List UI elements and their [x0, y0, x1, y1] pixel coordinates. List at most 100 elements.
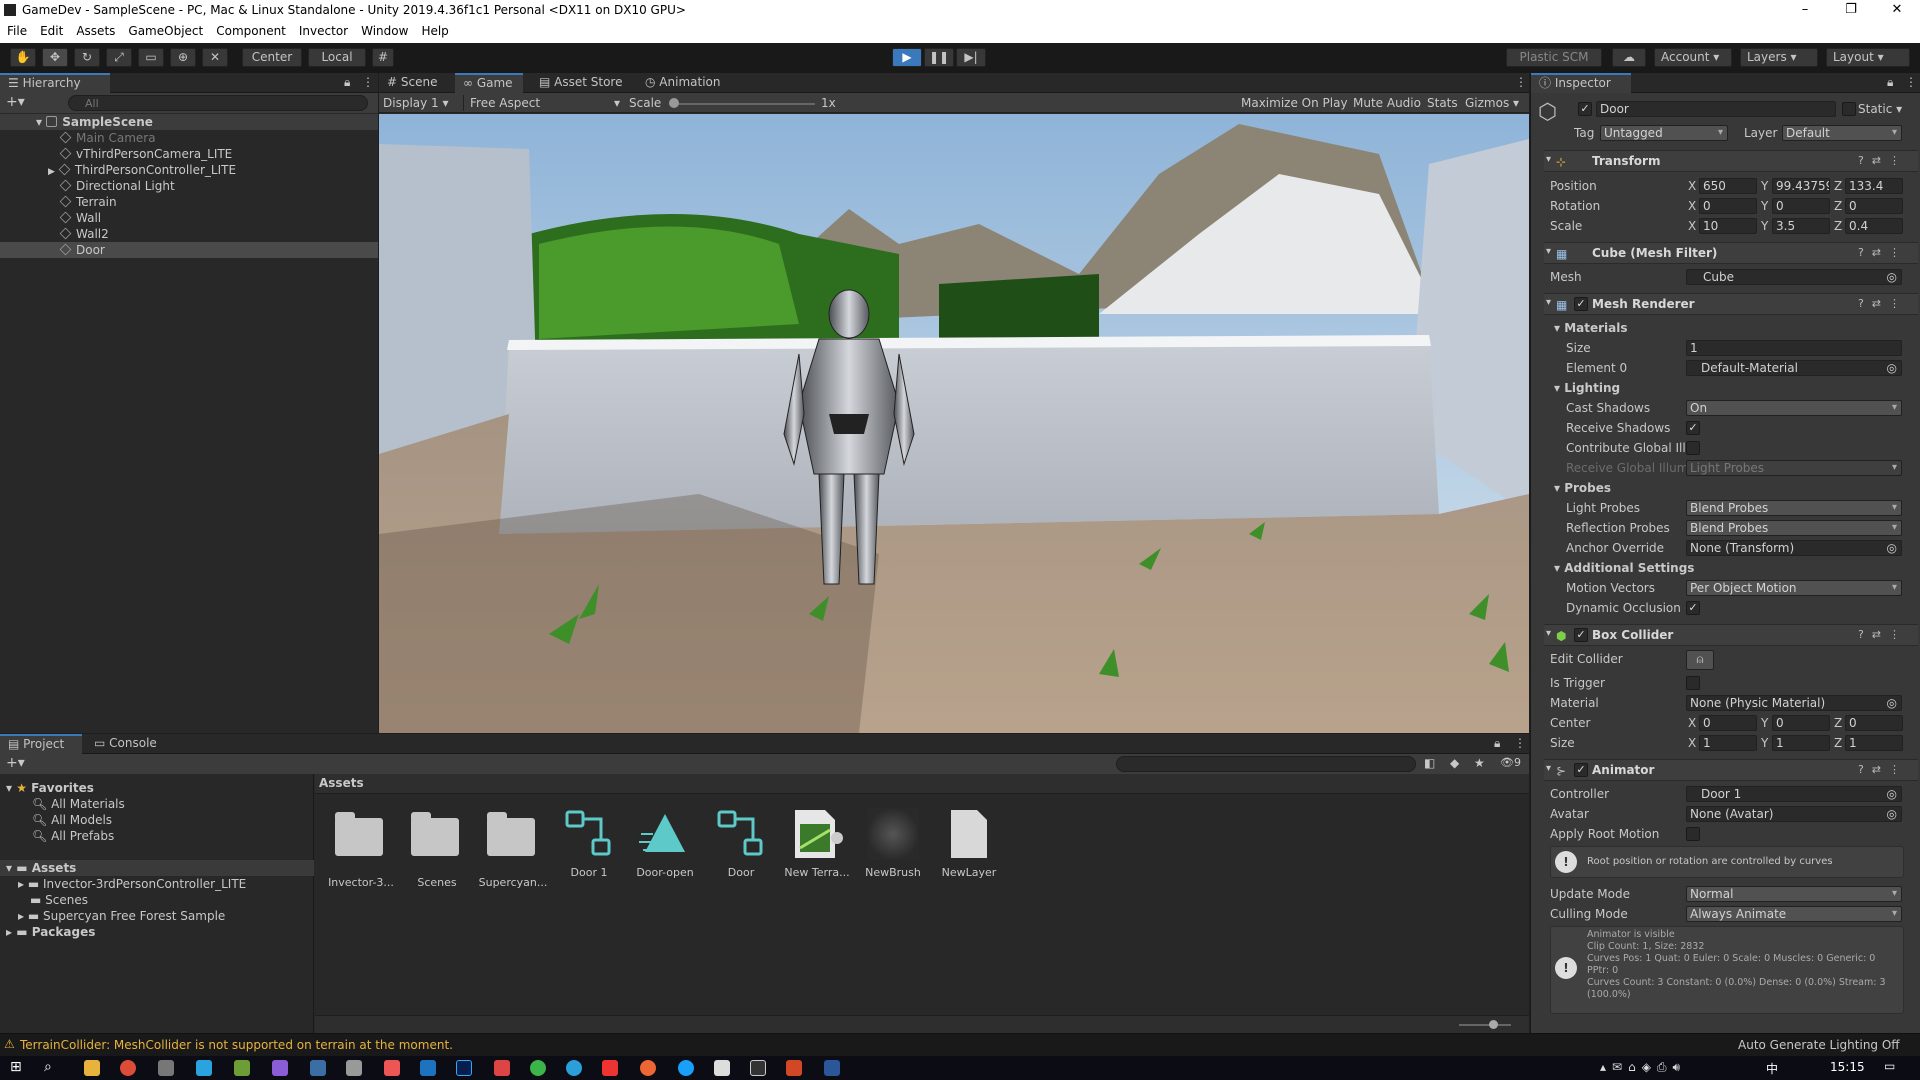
- animator-enabled-checkbox[interactable]: ✓: [1574, 763, 1588, 777]
- file-explorer-icon[interactable]: [84, 1060, 100, 1076]
- stats-toggle[interactable]: Stats: [1427, 95, 1458, 111]
- account-dropdown[interactable]: Account ▾: [1654, 48, 1732, 67]
- panel-menu-icon[interactable]: ⋮: [1515, 75, 1527, 89]
- icon-size-slider-thumb[interactable]: [1489, 1020, 1498, 1029]
- asset-item[interactable]: New Terra...: [782, 808, 852, 879]
- unity-hub-icon[interactable]: [714, 1060, 730, 1076]
- layer-dropdown[interactable]: Default: [1782, 125, 1902, 141]
- box-collider-component-header[interactable]: ▾ ⬢ ✓ Box Collider ?⇄⋮: [1544, 624, 1918, 646]
- size-x-field[interactable]: 1: [1699, 735, 1757, 751]
- hierarchy-item-wall[interactable]: Wall: [59, 210, 101, 226]
- mesh-object-field[interactable]: Cube ◎: [1686, 269, 1902, 285]
- scale-y-field[interactable]: 3.5: [1772, 218, 1830, 234]
- controller-field[interactable]: Door 1 ◎: [1686, 786, 1902, 802]
- lock-icon[interactable]: 🔒︎: [1494, 736, 1500, 751]
- receive-shadows-checkbox[interactable]: ✓: [1686, 421, 1700, 435]
- unity-icon[interactable]: [750, 1060, 766, 1076]
- app-icon[interactable]: [640, 1060, 656, 1076]
- contribute-gi-checkbox[interactable]: [1686, 441, 1700, 455]
- hierarchy-item-terrain[interactable]: Terrain: [59, 194, 117, 210]
- menu-edit[interactable]: Edit: [33, 22, 69, 38]
- favorites-row[interactable]: ▾ ★ Favorites: [6, 780, 94, 796]
- component-actions-icon[interactable]: ?⇄⋮: [1858, 763, 1908, 776]
- menu-help[interactable]: Help: [414, 22, 454, 38]
- panel-menu-icon[interactable]: ⋮: [1905, 75, 1917, 89]
- layers-dropdown[interactable]: Layers ▾: [1740, 48, 1818, 67]
- photoshop-icon[interactable]: [456, 1060, 472, 1076]
- step-button[interactable]: ▶|: [956, 48, 986, 67]
- hierarchy-item-wall2[interactable]: Wall2: [59, 226, 109, 242]
- scale-slider[interactable]: [669, 98, 815, 108]
- icon-size-slider[interactable]: [1459, 1020, 1511, 1029]
- edit-collider-button[interactable]: ⍝: [1686, 650, 1714, 670]
- play-button[interactable]: ▶: [892, 48, 922, 67]
- close-button[interactable]: ✕: [1874, 0, 1920, 22]
- word-icon[interactable]: [824, 1060, 840, 1076]
- asset-item[interactable]: Supercyan...: [478, 808, 548, 889]
- rotation-z-field[interactable]: 0: [1845, 198, 1903, 214]
- menu-file[interactable]: File: [0, 22, 33, 38]
- mute-audio-toggle[interactable]: Mute Audio: [1353, 95, 1421, 111]
- favorite-all-materials[interactable]: 🔍︎ All Materials: [32, 796, 125, 812]
- minimize-button[interactable]: –: [1782, 0, 1828, 22]
- size-y-field[interactable]: 1: [1772, 735, 1830, 751]
- app-icon[interactable]: [566, 1060, 582, 1076]
- hand-tool-icon[interactable]: ✋: [10, 48, 36, 67]
- mesh-filter-component-header[interactable]: ▾ ▦ Cube (Mesh Filter) ?⇄⋮: [1544, 242, 1918, 264]
- favorite-star-icon[interactable]: ★: [1474, 756, 1485, 770]
- status-warning-text[interactable]: TerrainCollider: MeshCollider is not sup…: [20, 1038, 453, 1052]
- search-icon[interactable]: ⌕: [44, 1059, 52, 1075]
- asset-item[interactable]: NewBrush: [858, 808, 928, 879]
- rect-tool-icon[interactable]: ▭: [138, 48, 164, 67]
- pivot-local-button[interactable]: Local: [308, 48, 366, 67]
- rotation-y-field[interactable]: 0: [1772, 198, 1830, 214]
- asset-item[interactable]: Door 1: [554, 808, 624, 879]
- move-tool-icon[interactable]: ✥: [42, 48, 68, 67]
- anchor-override-field[interactable]: None (Transform) ◎: [1686, 540, 1902, 556]
- material-object-field[interactable]: Default-Material ◎: [1686, 360, 1902, 376]
- lighting-foldout[interactable]: ▾ Lighting: [1554, 380, 1620, 396]
- pause-button[interactable]: ❚❚: [924, 48, 954, 67]
- maximize-on-play-toggle[interactable]: Maximize On Play: [1241, 95, 1348, 111]
- probes-foldout[interactable]: ▾ Probes: [1554, 480, 1611, 496]
- tag-dropdown[interactable]: Untagged: [1600, 125, 1728, 141]
- packages-row[interactable]: ▸ ▬ Packages: [6, 924, 95, 940]
- app-icon[interactable]: [384, 1060, 400, 1076]
- transform-tool-icon[interactable]: ⊕: [170, 48, 196, 67]
- hierarchy-item-vthirdpersoncamera[interactable]: vThirdPersonCamera_LITE: [59, 146, 232, 162]
- mesh-renderer-enabled-checkbox[interactable]: ✓: [1574, 297, 1588, 311]
- asset-item[interactable]: Invector-3...: [326, 808, 396, 889]
- favorite-all-prefabs[interactable]: 🔍︎ All Prefabs: [32, 828, 114, 844]
- start-icon[interactable]: ⊞: [10, 1059, 22, 1075]
- component-actions-icon[interactable]: ?⇄⋮: [1858, 297, 1908, 310]
- app-icon[interactable]: [602, 1060, 618, 1076]
- notification-icon[interactable]: ▭: [1884, 1059, 1895, 1073]
- asset-item[interactable]: Scenes: [402, 808, 472, 889]
- scale-slider-thumb[interactable]: [669, 98, 679, 108]
- update-mode-dropdown[interactable]: Normal: [1686, 886, 1902, 902]
- tab-asset-store[interactable]: ▤ Asset Store: [531, 73, 633, 93]
- center-z-field[interactable]: 0: [1845, 715, 1903, 731]
- app-icon[interactable]: [494, 1060, 510, 1076]
- app-icon[interactable]: [420, 1060, 436, 1076]
- lighting-status[interactable]: Auto Generate Lighting Off: [1738, 1038, 1900, 1052]
- tab-animation[interactable]: ◷ Animation: [637, 73, 730, 93]
- center-x-field[interactable]: 0: [1699, 715, 1757, 731]
- scale-x-field[interactable]: 10: [1699, 218, 1757, 234]
- gizmos-dropdown[interactable]: Gizmos ▾: [1465, 95, 1519, 111]
- box-collider-enabled-checkbox[interactable]: ✓: [1574, 628, 1588, 642]
- menu-component[interactable]: Component: [209, 22, 292, 38]
- panel-menu-icon[interactable]: ⋮: [362, 75, 374, 89]
- filter-type-icon[interactable]: ◧: [1424, 756, 1435, 770]
- menu-invector[interactable]: Invector: [292, 22, 354, 38]
- app-icon[interactable]: [234, 1060, 250, 1076]
- culling-mode-dropdown[interactable]: Always Animate: [1686, 906, 1902, 922]
- folder-scenes[interactable]: ▬ Scenes: [30, 892, 88, 908]
- component-actions-icon[interactable]: ?⇄⋮: [1858, 246, 1908, 259]
- add-icon[interactable]: +▾: [6, 755, 25, 771]
- additional-settings-foldout[interactable]: ▾ Additional Settings: [1554, 560, 1694, 576]
- dynamic-occlusion-checkbox[interactable]: ✓: [1686, 601, 1700, 615]
- receive-gi-dropdown[interactable]: Light Probes: [1686, 460, 1902, 476]
- transform-component-header[interactable]: ▾ ⊹ Transform ?⇄⋮: [1544, 150, 1918, 172]
- menu-window[interactable]: Window: [354, 22, 414, 38]
